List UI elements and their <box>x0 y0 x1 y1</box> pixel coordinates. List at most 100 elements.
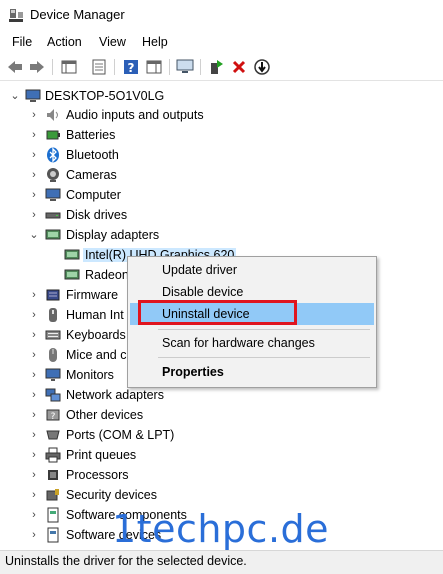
tree-item-label: Cameras <box>66 168 117 182</box>
chevron-right-icon[interactable]: › <box>29 309 39 321</box>
firmware-icon <box>46 289 60 301</box>
chevron-right-icon[interactable]: › <box>29 109 39 121</box>
tree-item-security[interactable]: › Security devices <box>0 485 443 505</box>
tree-item-label: Keyboards <box>66 328 126 342</box>
svg-text:?: ? <box>51 412 56 422</box>
chevron-right-icon[interactable]: › <box>29 509 39 521</box>
menu-item-label: Update driver <box>162 263 238 277</box>
tree-item-label: Mice and c <box>66 348 127 362</box>
monitor-icon <box>45 368 61 381</box>
device-manager-icon <box>9 9 23 22</box>
chevron-right-icon[interactable]: › <box>29 529 39 541</box>
menu-help[interactable]: Help <box>142 35 168 49</box>
tree-item-label: Print queues <box>66 448 137 462</box>
chevron-right-icon[interactable]: › <box>29 149 39 161</box>
scan-down-icon[interactable] <box>253 58 271 76</box>
chevron-right-icon[interactable]: › <box>29 129 39 141</box>
uninstall-icon[interactable] <box>230 58 248 76</box>
tree-root[interactable]: ⌄ DESKTOP-5O1V0LG <box>0 86 443 106</box>
tree-item-label: Processors <box>66 468 129 482</box>
tree-item-computer[interactable]: › Computer <box>0 185 443 205</box>
other-devices-icon: ? <box>46 409 60 422</box>
keyboard-icon <box>45 330 61 340</box>
window-title: Device Manager <box>30 7 125 22</box>
watermark-text: 1techpc.de <box>112 507 330 551</box>
chevron-right-icon[interactable]: › <box>29 489 39 501</box>
tree-item-bluetooth[interactable]: › Bluetooth <box>0 145 443 165</box>
tree-item-label: Human Int <box>66 308 124 322</box>
chevron-right-icon[interactable]: › <box>29 169 39 181</box>
bluetooth-icon <box>47 147 59 163</box>
security-icon <box>46 489 59 501</box>
tree-item-label: Display adapters <box>66 228 160 242</box>
chevron-right-icon[interactable]: › <box>29 349 39 361</box>
back-icon[interactable] <box>6 58 24 76</box>
chevron-right-icon[interactable]: › <box>29 329 39 341</box>
menu-action[interactable]: Action <box>47 35 82 49</box>
menu-item-properties[interactable]: Properties <box>130 361 374 383</box>
properties-icon[interactable] <box>90 58 108 76</box>
status-text: Uninstalls the driver for the selected d… <box>5 554 247 568</box>
menu-item-label: Disable device <box>162 285 244 299</box>
disk-drive-icon <box>45 212 61 219</box>
computer-icon <box>45 188 61 201</box>
tree-item-label: Radeon <box>85 268 129 282</box>
chevron-right-icon[interactable]: › <box>29 409 39 421</box>
tree-item-ports[interactable]: › Ports (COM & LPT) <box>0 425 443 445</box>
chevron-right-icon[interactable]: › <box>29 289 39 301</box>
processor-icon <box>48 470 58 480</box>
help-icon[interactable]: ? <box>122 58 140 76</box>
computer-icon <box>25 89 41 102</box>
toolbar: ? <box>0 54 443 81</box>
action-pane-icon[interactable] <box>145 58 163 76</box>
tree-item-label: Ports (COM & LPT) <box>66 428 175 442</box>
menu-view[interactable]: View <box>99 35 126 49</box>
tree-item-disk-drives[interactable]: › Disk drives <box>0 205 443 225</box>
tree-item-processors[interactable]: › Processors <box>0 465 443 485</box>
tree-item-batteries[interactable]: › Batteries <box>0 125 443 145</box>
tree-item-cameras[interactable]: › Cameras <box>0 165 443 185</box>
tree-item-other-devices[interactable]: › ? Other devices <box>0 405 443 425</box>
menu-item-scan-hardware[interactable]: Scan for hardware changes <box>130 332 374 354</box>
forward-icon[interactable] <box>28 58 46 76</box>
menu-bar: File Action View Help <box>0 32 443 54</box>
software-device-icon <box>47 527 59 543</box>
menu-item-label: Scan for hardware changes <box>162 336 315 350</box>
chevron-down-icon[interactable]: ⌄ <box>10 90 20 102</box>
show-hide-console-tree-icon[interactable] <box>60 58 78 76</box>
tree-item-label: Disk drives <box>66 208 128 222</box>
network-icon <box>45 388 61 402</box>
tree-item-label: Security devices <box>66 488 158 502</box>
chevron-right-icon[interactable]: › <box>29 369 39 381</box>
printer-icon <box>45 447 61 463</box>
tree-item-label: Monitors <box>66 368 114 382</box>
chevron-right-icon[interactable]: › <box>29 429 39 441</box>
hid-icon <box>49 308 57 322</box>
port-icon <box>46 430 60 440</box>
title-bar: Device Manager <box>0 0 443 32</box>
chevron-right-icon[interactable]: › <box>29 449 39 461</box>
chevron-down-icon[interactable]: ⌄ <box>29 229 39 241</box>
monitor-icon[interactable] <box>176 58 194 76</box>
update-driver-icon[interactable] <box>207 58 225 76</box>
mouse-icon <box>49 348 57 362</box>
tree-item-label: Network adapters <box>66 388 164 402</box>
display-adapter-icon <box>45 229 61 240</box>
tree-item-label: Other devices <box>66 408 144 422</box>
battery-icon <box>46 130 60 140</box>
chevron-right-icon[interactable]: › <box>29 469 39 481</box>
highlight-annotation-box <box>138 300 297 325</box>
tree-item-label: Audio inputs and outputs <box>66 108 204 122</box>
menu-separator <box>158 329 370 330</box>
tree-item-network[interactable]: › Network adapters <box>0 385 443 405</box>
menu-item-update-driver[interactable]: Update driver <box>130 259 374 281</box>
tree-item-audio[interactable]: › Audio inputs and outputs <box>0 105 443 125</box>
tree-root-label: DESKTOP-5O1V0LG <box>45 89 165 103</box>
menu-file[interactable]: File <box>12 35 32 49</box>
display-adapter-icon <box>64 269 80 280</box>
chevron-right-icon[interactable]: › <box>29 389 39 401</box>
tree-item-print-queues[interactable]: › Print queues <box>0 445 443 465</box>
tree-item-display-adapters[interactable]: ⌄ Display adapters <box>0 225 443 245</box>
chevron-right-icon[interactable]: › <box>29 189 39 201</box>
chevron-right-icon[interactable]: › <box>29 209 39 221</box>
